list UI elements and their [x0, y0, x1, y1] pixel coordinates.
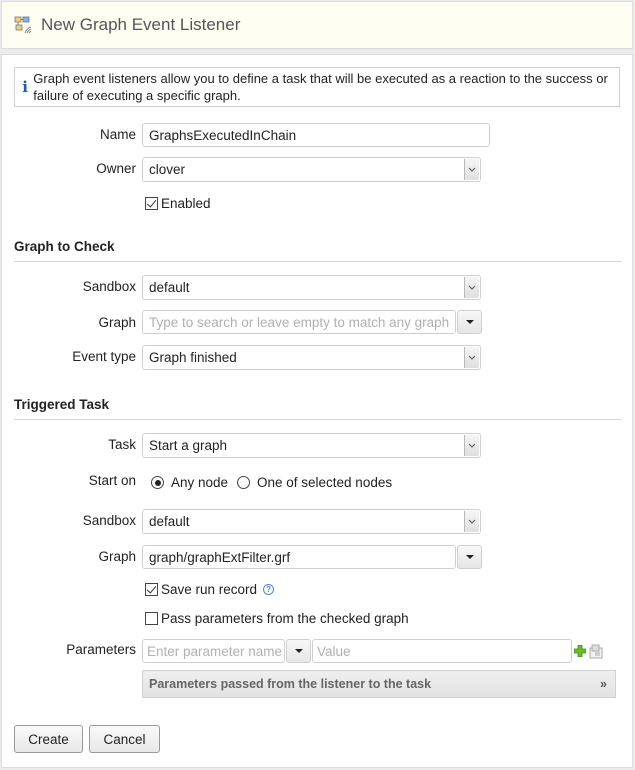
- radio-unselected-icon[interactable]: [237, 476, 250, 489]
- info-text: Graph event listeners allow you to defin…: [33, 71, 608, 103]
- chevron-down-icon[interactable]: [464, 159, 479, 180]
- section-divider: [14, 419, 622, 420]
- task-sandbox-select[interactable]: default: [142, 509, 481, 534]
- param-name-field[interactable]: [142, 639, 285, 663]
- check-sandbox-select[interactable]: default: [142, 275, 481, 300]
- dropdown-triangle-icon: [465, 555, 474, 559]
- event-type-select[interactable]: Graph finished: [142, 345, 481, 370]
- name-label: Name: [99, 127, 136, 142]
- parameters-section-title: Parameters passed from the listener to t…: [149, 677, 432, 691]
- help-icon[interactable]: ?: [263, 584, 275, 595]
- page-title: New Graph Event Listener: [41, 15, 241, 34]
- task-sandbox-value: default: [149, 514, 190, 529]
- section-title-graph-to-check: Graph to Check: [14, 239, 115, 254]
- radio-selected-nodes[interactable]: One of selected nodes: [237, 475, 392, 490]
- pass-params-checkbox[interactable]: Pass parameters from the checked graph: [145, 611, 409, 626]
- radio-any-node-label: Any node: [171, 475, 229, 490]
- add-parameter-icon[interactable]: [573, 644, 587, 660]
- param-value-field[interactable]: [312, 639, 572, 663]
- parameters-label: Parameters: [66, 642, 136, 657]
- page-header: New Graph Event Listener: [1, 1, 633, 49]
- param-name-input[interactable]: [147, 643, 284, 659]
- check-graph-field[interactable]: [142, 310, 456, 334]
- form-panel: i Graph event listeners allow you to def…: [1, 54, 633, 768]
- name-field[interactable]: [142, 123, 490, 147]
- sandbox-label: Sandbox: [82, 279, 136, 294]
- chevron-down-icon[interactable]: [464, 347, 479, 368]
- start-on-label: Start on: [88, 473, 136, 488]
- parameters-section-toggle[interactable]: Parameters passed from the listener to t…: [142, 670, 616, 698]
- section-divider: [14, 261, 622, 262]
- pass-params-label: Pass parameters from the checked graph: [161, 611, 409, 626]
- checkbox-unchecked-icon[interactable]: [145, 612, 158, 625]
- param-name-dropdown-button[interactable]: [286, 639, 311, 663]
- task-label: Task: [108, 437, 136, 452]
- expand-icon: »: [600, 677, 607, 691]
- cancel-button[interactable]: Cancel: [89, 725, 160, 753]
- radio-selected-nodes-label: One of selected nodes: [257, 475, 393, 490]
- task-graph-label: Graph: [98, 549, 136, 564]
- task-graph-input[interactable]: [149, 549, 455, 565]
- radio-any-node[interactable]: Any node: [151, 475, 228, 490]
- chevron-down-icon[interactable]: [464, 277, 479, 298]
- check-graph-dropdown-button[interactable]: [457, 310, 482, 334]
- section-title-triggered-task: Triggered Task: [14, 397, 110, 412]
- enabled-label: Enabled: [161, 196, 211, 211]
- checkbox-checked-icon[interactable]: [145, 197, 158, 210]
- info-box: i Graph event listeners allow you to def…: [14, 67, 620, 107]
- event-type-value: Graph finished: [149, 350, 237, 365]
- info-icon: i: [22, 78, 28, 96]
- task-graph-field[interactable]: [142, 545, 456, 569]
- dropdown-triangle-icon: [465, 320, 474, 324]
- owner-select[interactable]: clover: [142, 157, 481, 182]
- owner-value: clover: [149, 162, 186, 177]
- enabled-checkbox[interactable]: Enabled: [145, 196, 211, 211]
- graph-label: Graph: [98, 315, 136, 330]
- name-input[interactable]: [149, 127, 489, 143]
- graph-listener-icon: [14, 16, 32, 34]
- event-type-label: Event type: [72, 349, 136, 364]
- dropdown-triangle-icon: [294, 649, 303, 653]
- save-run-record-checkbox[interactable]: Save run record ?: [145, 582, 275, 597]
- task-value: Start a graph: [149, 438, 228, 453]
- checkbox-checked-icon[interactable]: [145, 583, 158, 596]
- task-graph-dropdown-button[interactable]: [457, 545, 482, 569]
- check-sandbox-value: default: [149, 280, 190, 295]
- radio-selected-icon[interactable]: [151, 476, 164, 489]
- param-value-input[interactable]: [317, 643, 571, 659]
- chevron-down-icon[interactable]: [464, 435, 479, 456]
- paste-parameters-icon[interactable]: [589, 644, 603, 662]
- create-button[interactable]: Create: [14, 725, 83, 753]
- owner-label: Owner: [96, 161, 136, 176]
- task-sandbox-label: Sandbox: [82, 513, 136, 528]
- task-select[interactable]: Start a graph: [142, 433, 481, 458]
- save-run-record-label: Save run record: [161, 582, 258, 597]
- check-graph-input[interactable]: [149, 314, 455, 330]
- chevron-down-icon[interactable]: [464, 511, 479, 532]
